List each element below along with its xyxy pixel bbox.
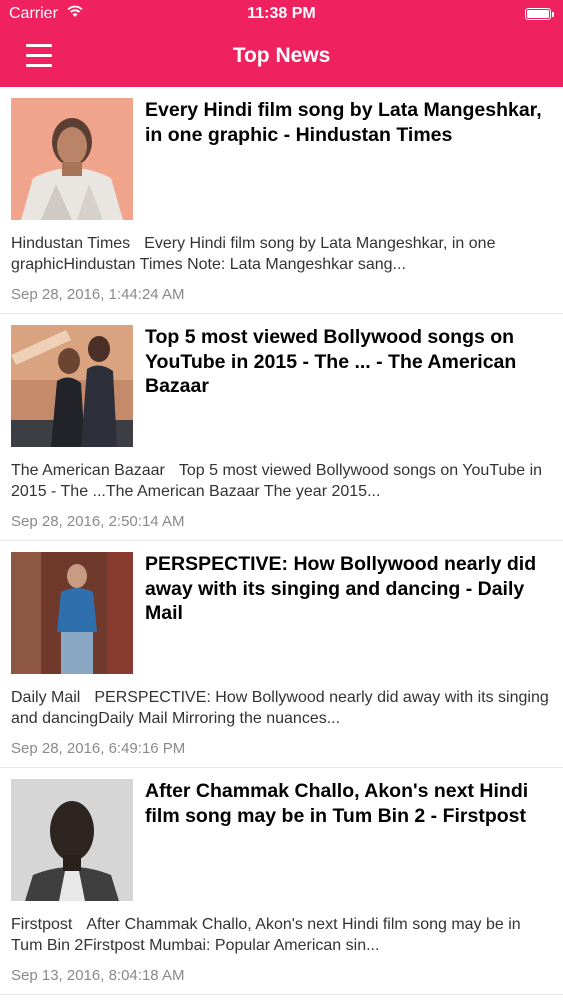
article-source: The American Bazaar — [11, 462, 165, 479]
article-thumbnail — [11, 325, 133, 447]
article-thumbnail — [11, 779, 133, 901]
article-headline[interactable]: Every Hindi film song by Lata Mangeshkar… — [145, 98, 550, 147]
list-item[interactable]: Every Hindi film song by Lata Mangeshkar… — [0, 87, 563, 314]
list-item[interactable]: After Chammak Challo, Akon's next Hindi … — [0, 768, 563, 995]
article-headline[interactable]: After Chammak Challo, Akon's next Hindi … — [145, 779, 550, 828]
article-headline[interactable]: Top 5 most viewed Bollywood songs on You… — [145, 325, 550, 399]
article-snippet: After Chammak Challo, Akon's next Hindi … — [11, 916, 521, 954]
article-source: Hindustan Times — [11, 235, 131, 252]
article-date: Sep 28, 2016, 2:50:14 AM — [11, 513, 185, 530]
status-time: 11:38 PM — [247, 5, 316, 22]
article-thumbnail — [11, 98, 133, 220]
article-date: Sep 13, 2016, 8:04:18 AM — [11, 967, 185, 984]
page-title: Top News — [232, 44, 331, 67]
list-item[interactable]: Top 5 most viewed Bollywood songs on You… — [0, 314, 563, 541]
article-headline[interactable]: PERSPECTIVE: How Bollywood nearly did aw… — [145, 552, 550, 626]
article-summary: The American Bazaar Top 5 most viewed Bol… — [11, 460, 551, 502]
article-snippet: PERSPECTIVE: How Bollywood nearly did aw… — [11, 689, 549, 727]
article-source: Daily Mail — [11, 689, 81, 706]
article-source: Firstpost — [11, 916, 73, 933]
battery-icon — [525, 8, 554, 20]
app-header: Carrier 11:38 PM Top News — [0, 0, 563, 87]
status-bar: Carrier 11:38 PM — [0, 0, 563, 30]
news-list: Every Hindi film song by Lata Mangeshkar… — [0, 87, 563, 995]
article-date: Sep 28, 2016, 6:49:16 PM — [11, 740, 186, 757]
article-summary: Daily Mail PERSPECTIVE: How Bollywood nea… — [11, 687, 551, 729]
article-thumbnail — [11, 552, 133, 674]
article-summary: Hindustan Times Every Hindi film song by … — [11, 233, 551, 275]
article-date: Sep 28, 2016, 1:44:24 AM — [11, 286, 185, 303]
article-summary: Firstpost After Chammak Challo, Akon's ne… — [11, 914, 551, 956]
list-item[interactable]: PERSPECTIVE: How Bollywood nearly did aw… — [0, 541, 563, 768]
